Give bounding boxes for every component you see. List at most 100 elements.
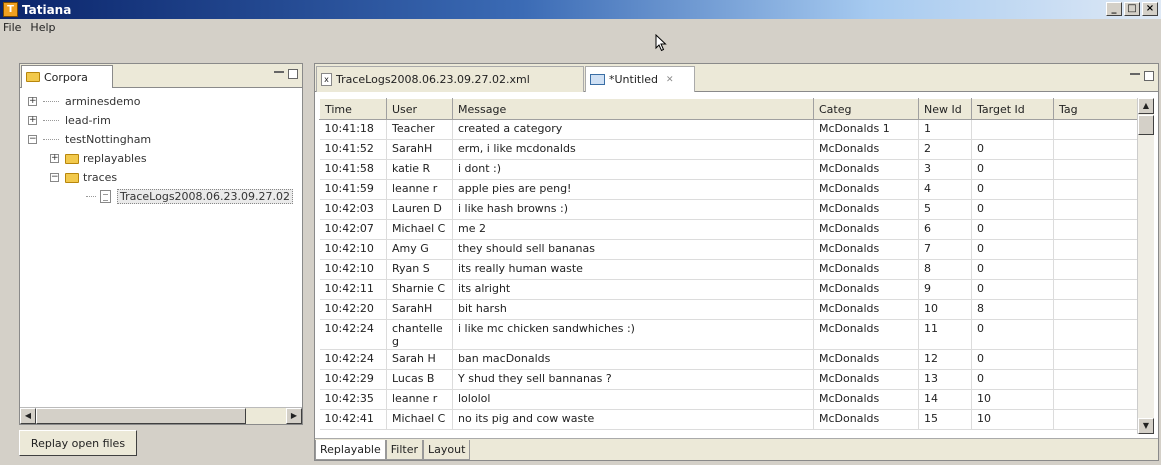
table-cell: bit harsh [452,299,814,320]
tab-tracelogs-xml[interactable]: x TraceLogs2008.06.23.09.27.02.xml [316,66,584,92]
minimize-button[interactable]: _ [1106,2,1122,16]
collapse-icon[interactable]: − [50,173,59,182]
expand-icon[interactable]: + [28,116,37,125]
scroll-up-icon[interactable]: ▲ [1138,98,1154,114]
tree-item-label: TraceLogs2008.06.23.09.27.02 [117,189,294,204]
tree-item-tracelog-file[interactable]: TraceLogs2008.06.23.09.27.02 [20,187,302,206]
table-row[interactable]: 10:41:59 leanne r apple pies are peng! McDo… [319,179,1139,200]
editor-area: x TraceLogs2008.06.23.09.27.02.xml *Unti… [314,63,1159,461]
tab-filter[interactable]: Filter [385,440,424,460]
table-cell: leanne r [386,389,453,410]
tree-item-replayables[interactable]: + replayables [20,149,302,168]
table-row[interactable]: 10:42:10 Ryan Sits really human waste McDo… [319,259,1139,280]
column-header[interactable]: User [386,98,453,120]
maximize-view-icon[interactable] [1144,71,1154,81]
table-row[interactable]: 10:42:24 chantelle gi like mc chicken san… [319,319,1139,350]
scroll-thumb[interactable] [36,408,246,424]
table-cell: 10 [918,299,972,320]
table-cell: 10:41:58 [319,159,387,180]
table-row[interactable]: 10:42:07 Michael Cme 2 McDonalds 6 0 [319,219,1139,240]
table-cell [1053,119,1139,140]
table-cell: 10:42:29 [319,369,387,390]
column-header[interactable]: Time [319,98,387,120]
title-bar: T Tatiana _ □ × [0,0,1161,19]
table-cell: McDonalds [813,199,919,220]
maximize-view-icon[interactable] [288,69,298,79]
table-cell: 0 [971,239,1054,260]
collapse-icon[interactable]: − [28,135,37,144]
file-icon [100,190,111,203]
replay-open-files-button[interactable]: Replay open files [19,430,137,456]
table-cell: Michael C [386,409,453,430]
table-cell: 9 [918,279,972,300]
table-cell: 0 [971,319,1054,350]
table-row[interactable]: 10:42:24 Sarah Hban macDonalds McDonalds 12… [319,349,1139,370]
column-header[interactable]: Message [452,98,814,120]
vertical-scrollbar[interactable]: ▲ ▼ [1137,98,1154,434]
table-cell: Sharnie C [386,279,453,300]
column-header[interactable]: Categ [813,98,919,120]
scroll-left-icon[interactable]: ◀ [20,408,36,424]
table-row[interactable]: 10:42:10 Amy Gthey should sell bananas McD… [319,239,1139,260]
tab-corpora[interactable]: Corpora [21,65,113,88]
scroll-down-icon[interactable]: ▼ [1138,418,1154,434]
column-header[interactable]: Target Id [971,98,1054,120]
table-row[interactable]: 10:42:41 Michael Cno its pig and cow wast… [319,409,1139,430]
tab-layout[interactable]: Layout [423,440,471,460]
menu-help[interactable]: Help [27,21,61,34]
tree-item-arminesdemo[interactable]: + arminesdemo [20,92,302,111]
table-cell: 10:41:18 [319,119,387,140]
scroll-right-icon[interactable]: ▶ [286,408,302,424]
table-cell: 11 [918,319,972,350]
close-button[interactable]: × [1142,2,1158,16]
tree-item-testnottingham[interactable]: − testNottingham [20,130,302,149]
table-cell: ban macDonalds [452,349,814,370]
table-row[interactable]: 10:42:11 Sharnie Cits alright McDonalds 9 0 [319,279,1139,300]
table-cell [1053,369,1139,390]
column-header[interactable]: New Id [918,98,972,120]
minimize-view-icon[interactable] [274,71,284,73]
scroll-thumb[interactable] [1138,115,1154,135]
tree-item-traces[interactable]: − traces [20,168,302,187]
table-cell [1053,299,1139,320]
tree-item-label: replayables [83,152,147,165]
table-cell: leanne r [386,179,453,200]
table-cell: 10:41:59 [319,179,387,200]
table-cell: McDonalds [813,319,919,350]
table-cell: i dont :) [452,159,814,180]
expand-icon[interactable]: + [50,154,59,163]
maximize-button[interactable]: □ [1124,2,1140,16]
table-cell: 10:42:20 [319,299,387,320]
minimize-view-icon[interactable] [1130,73,1140,75]
table-cell: McDonalds [813,239,919,260]
table-row[interactable]: 10:42:29 Lucas BY shud they sell bannanas… [319,369,1139,390]
table-cell: Lucas B [386,369,453,390]
table-row[interactable]: 10:41:58 katie Ri dont :) McDonalds 3 0 [319,159,1139,180]
table-row[interactable]: 10:41:18 Teacher created a category McDonal… [319,119,1139,140]
table-cell: Teacher [386,119,453,140]
table-cell: 0 [971,219,1054,240]
corpora-view: Corpora + arminesdemo + lead-rim − testN… [19,63,303,425]
table-cell: its alright [452,279,814,300]
table-cell: lololol [452,389,814,410]
table-row[interactable]: 10:41:52 SarahH erm, i like mcdonalds McDon… [319,139,1139,160]
expand-icon[interactable]: + [28,97,37,106]
menu-file[interactable]: File [0,21,27,34]
tab-untitled[interactable]: *Untitled ✕ [585,66,695,92]
column-header[interactable]: Tag [1053,98,1139,120]
table-cell: its really human waste [452,259,814,280]
table-row[interactable]: 10:42:35 leanne r lololol McDonalds 14 10 [319,389,1139,410]
table-row[interactable]: 10:42:20 SarahH bit harsh McDonalds 10 8 [319,299,1139,320]
table-header: Time User Message Categ New Id Target Id… [319,98,1139,120]
tree-item-lead-rim[interactable]: + lead-rim [20,111,302,130]
table-cell: 5 [918,199,972,220]
window-icon [590,74,605,85]
corpora-tabbar: Corpora [20,64,302,88]
table-cell: chantelle g [386,319,453,350]
table-row[interactable]: 10:42:03 Lauren Di like hash browns :) McD… [319,199,1139,220]
horizontal-scrollbar[interactable]: ◀ ▶ [20,407,302,424]
table-cell: 4 [918,179,972,200]
table-cell: 10:42:10 [319,239,387,260]
close-tab-icon[interactable]: ✕ [666,75,674,85]
tab-replayable[interactable]: Replayable [315,440,386,460]
